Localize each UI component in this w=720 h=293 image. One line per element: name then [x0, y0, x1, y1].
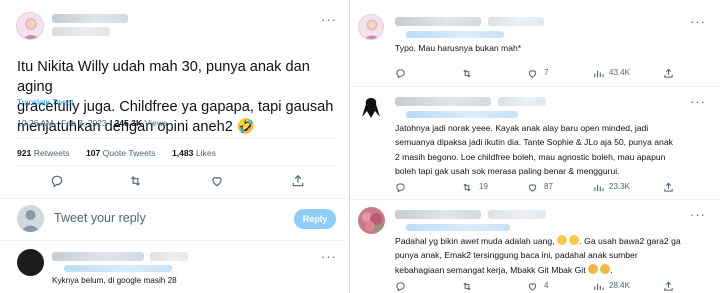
share-icon[interactable]	[663, 66, 674, 84]
translate-tweet-link[interactable]: Translate Tweet	[17, 98, 73, 107]
retweets-label: Retweets	[31, 148, 70, 158]
reply-text-line: kebahagiaan semangat kerja, Mbakk Git Mb…	[395, 263, 613, 275]
reply-text-line: punya anak, Emak2 tersinggung baca ini, …	[395, 250, 638, 261]
likes-stat[interactable]: 1,483 Likes	[172, 148, 216, 158]
tweet-timestamp[interactable]: 10:26 AM · Feb 7, 2023 · 245.3K Views	[17, 118, 167, 128]
more-options-icon[interactable]: ···	[690, 14, 706, 29]
like-icon[interactable]	[210, 174, 224, 193]
views-icon[interactable]	[593, 279, 604, 293]
retweets-count: 19	[479, 182, 488, 191]
likes-count: 7	[544, 68, 549, 77]
replying-to-redacted[interactable]	[406, 224, 510, 231]
current-user-avatar[interactable]	[17, 205, 44, 232]
reply-icon[interactable]	[50, 174, 64, 193]
tweet-text-line: Itu Nikita Willy udah mah 30, punya anak…	[17, 59, 310, 95]
views-count: 23.3K	[609, 182, 630, 191]
reply-text-line: Padahal yg bikin awet muda adalah uang, …	[395, 235, 681, 246]
engagement-stats: 921 Retweets 107 Quote Tweets 1,483 Like…	[17, 148, 216, 158]
retweet-icon[interactable]	[461, 180, 473, 198]
more-options-icon[interactable]: ···	[321, 12, 337, 27]
frowning-emoji-icon	[600, 263, 611, 274]
views-label: Views	[142, 118, 168, 128]
more-options-icon[interactable]: ···	[690, 207, 706, 222]
quotes-label: Quote Tweets	[100, 148, 156, 158]
reply-text: Kyknya belum, di google masih 28	[52, 276, 177, 285]
views-icon[interactable]	[593, 180, 604, 198]
reply-author-name-redacted[interactable]	[395, 17, 481, 26]
like-icon[interactable]	[527, 66, 538, 84]
reply-author-avatar[interactable]	[358, 95, 384, 121]
views-count: 28.4K	[609, 281, 630, 290]
reply-icon[interactable]	[395, 180, 406, 198]
divider	[17, 165, 336, 166]
retweets-stat[interactable]: 921 Retweets	[17, 148, 70, 158]
replying-to-redacted[interactable]	[406, 111, 518, 118]
likes-label: Likes	[193, 148, 216, 158]
reply-author-name-redacted[interactable]	[52, 252, 144, 261]
quotes-count: 107	[85, 148, 101, 158]
retweets-count: 921	[17, 148, 32, 158]
like-icon[interactable]	[527, 279, 538, 293]
likes-count: 1,483	[171, 148, 194, 158]
reply-author-avatar[interactable]	[17, 249, 44, 276]
likes-count: 87	[544, 182, 553, 191]
reply-text: Padahal yg bikin awet muda adalah uang, …	[395, 234, 681, 277]
reply-text-segment: Padahal yg bikin awet muda adalah uang,	[395, 236, 555, 246]
replying-to-redacted[interactable]	[406, 31, 504, 38]
reply-author-handle-redacted[interactable]	[498, 97, 546, 106]
quotes-stat[interactable]: 107 Quote Tweets	[86, 148, 156, 158]
reply-icon[interactable]	[395, 66, 406, 84]
reply-text: Typo. Mau harusnya bukan mah*	[395, 41, 521, 55]
views-count: 245.3K	[114, 118, 143, 128]
reply-text: Jatohnya jadi norak yeee. Kayak anak ala…	[395, 121, 673, 179]
reply-author-avatar[interactable]	[358, 207, 385, 234]
replying-to-redacted[interactable]	[64, 265, 172, 272]
reply-author-handle-redacted[interactable]	[150, 252, 188, 261]
author-handle-redacted[interactable]	[52, 27, 110, 36]
author-avatar[interactable]	[16, 12, 44, 40]
tweet-time[interactable]: 10:26 AM · Feb 7, 2023 ·	[17, 118, 114, 128]
retweet-icon[interactable]	[461, 279, 473, 293]
divider	[350, 199, 720, 200]
reply-input[interactable]: Tweet your reply	[54, 211, 146, 225]
reply-icon[interactable]	[395, 279, 406, 293]
views-count: 43.4K	[609, 68, 630, 77]
reply-text-line: 2 masih begono. Loe childfree boleh, mau…	[395, 151, 666, 162]
sweat-smile-emoji-icon	[556, 235, 567, 245]
retweet-icon[interactable]	[461, 66, 473, 84]
tweet-detail-panel: ··· Itu Nikita Willy udah mah 30, punya …	[0, 0, 346, 293]
reply-author-name-redacted[interactable]	[395, 97, 491, 106]
reply-text-line: semuanya dipaksa jadi ikutin dia. Tante …	[395, 137, 673, 148]
reply-text-line: Jatohnya jadi norak yeee. Kayak anak ala…	[395, 123, 649, 133]
share-icon[interactable]	[663, 180, 674, 198]
frowning-emoji-icon	[587, 263, 598, 274]
reply-text-segment: kebahagiaan semangat kerja, Mbakk Git Mb…	[395, 264, 586, 275]
divider	[0, 198, 346, 199]
reply-text-segment: Ga usah bawa2 gara2 ga	[584, 236, 681, 246]
divider	[0, 240, 346, 241]
reply-author-handle-redacted[interactable]	[488, 210, 546, 219]
more-options-icon[interactable]: ···	[321, 249, 337, 264]
reply-author-handle-redacted[interactable]	[488, 17, 544, 26]
reply-text-line: Typo. Mau harusnya bukan mah*	[395, 43, 522, 53]
views-icon[interactable]	[593, 66, 604, 84]
author-name-redacted[interactable]	[52, 14, 128, 23]
reply-text-line: boleh tapi gak usah sok merasa paling be…	[395, 166, 620, 177]
replies-panel: ··· Typo. Mau harusnya bukan mah* 7 43.4…	[349, 0, 720, 293]
retweet-icon[interactable]	[128, 174, 143, 193]
like-icon[interactable]	[527, 180, 538, 198]
divider	[17, 138, 336, 139]
more-options-icon[interactable]: ···	[690, 94, 706, 109]
divider	[350, 86, 720, 87]
reply-author-name-redacted[interactable]	[395, 210, 481, 219]
reply-author-avatar[interactable]	[358, 14, 384, 40]
likes-count: 4	[544, 281, 549, 290]
sweat-smile-emoji-icon	[569, 235, 580, 245]
share-icon[interactable]	[291, 174, 305, 193]
reply-button[interactable]: Reply	[294, 209, 336, 229]
share-icon[interactable]	[663, 279, 674, 293]
